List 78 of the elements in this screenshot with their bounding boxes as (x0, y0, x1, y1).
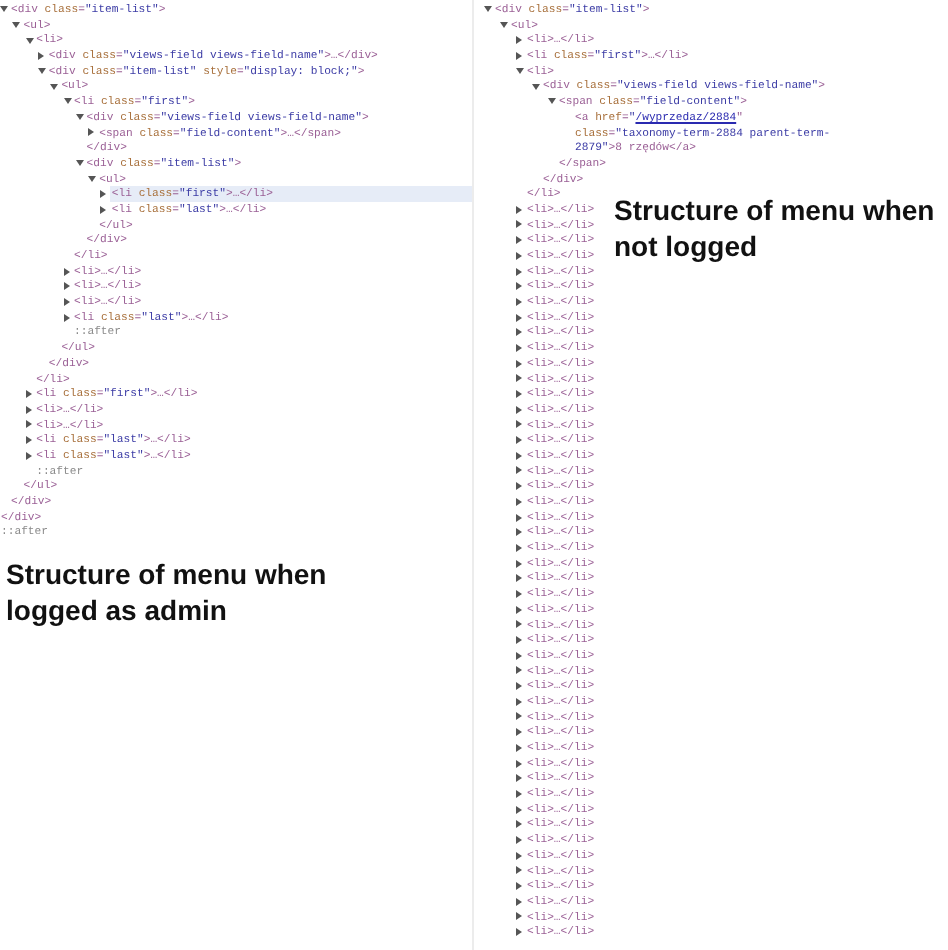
caret-icon[interactable] (500, 22, 508, 29)
caret-icon[interactable] (516, 728, 522, 737)
caret-icon[interactable] (516, 313, 522, 322)
caret-icon[interactable] (516, 236, 522, 245)
caret-icon[interactable] (516, 297, 522, 306)
caret-icon[interactable] (516, 928, 522, 937)
caret-icon[interactable] (100, 205, 107, 214)
caret-icon[interactable] (516, 51, 522, 60)
caret-icon[interactable] (516, 589, 522, 598)
caret-icon[interactable] (516, 451, 522, 460)
caret-icon[interactable] (516, 374, 522, 383)
caret-icon[interactable] (516, 420, 522, 429)
caret-icon[interactable] (516, 805, 522, 814)
caret-icon[interactable] (63, 313, 69, 322)
caret-icon[interactable] (516, 282, 522, 291)
caret-icon[interactable] (25, 390, 32, 399)
caret-icon[interactable] (75, 114, 84, 121)
caret-icon[interactable] (50, 83, 59, 90)
caret-icon[interactable] (516, 559, 522, 568)
caret-icon[interactable] (75, 160, 84, 167)
caret-icon[interactable] (0, 6, 8, 13)
caret-icon[interactable] (516, 666, 522, 675)
caret-icon[interactable] (516, 820, 522, 829)
caret-icon[interactable] (516, 359, 522, 368)
caret-icon[interactable] (516, 466, 522, 475)
caret-icon[interactable] (516, 866, 522, 875)
caret-icon[interactable] (516, 882, 522, 891)
caret-icon[interactable] (516, 543, 522, 552)
caret-icon[interactable] (25, 420, 32, 429)
caret-icon[interactable] (516, 651, 522, 660)
caret-icon[interactable] (516, 789, 522, 798)
caret-icon[interactable] (516, 390, 522, 399)
caret-icon[interactable] (37, 68, 46, 75)
caret-icon[interactable] (516, 897, 522, 906)
caret-icon[interactable] (516, 528, 522, 537)
caret-icon[interactable] (516, 205, 522, 214)
caret-icon[interactable] (516, 68, 524, 75)
caret-icon[interactable] (63, 267, 69, 276)
caret-icon[interactable] (516, 574, 522, 583)
caret-icon[interactable] (516, 267, 522, 276)
caret-icon[interactable] (516, 436, 522, 445)
caret-icon[interactable] (516, 851, 522, 860)
caption-text: Structure of menu when not logged (614, 192, 937, 264)
caret-icon[interactable] (12, 22, 21, 29)
caret-icon[interactable] (516, 605, 522, 614)
caret-icon[interactable] (516, 497, 522, 506)
caret-icon[interactable] (516, 251, 522, 260)
caret-icon[interactable] (548, 98, 556, 105)
caret-icon[interactable] (516, 774, 522, 783)
caret-icon[interactable] (88, 175, 97, 182)
caret-icon[interactable] (63, 297, 69, 306)
caption-text: Structure of menu when logged as admin (6, 556, 329, 629)
caret-icon[interactable] (516, 912, 522, 921)
caret-icon[interactable] (516, 697, 522, 706)
caret-icon[interactable] (25, 451, 32, 460)
caret-icon[interactable] (25, 436, 32, 445)
caret-icon[interactable] (88, 128, 95, 137)
caret-icon[interactable] (516, 220, 522, 229)
caret-icon[interactable] (516, 620, 522, 629)
caret-icon[interactable] (25, 37, 34, 44)
caret-icon[interactable] (63, 282, 69, 291)
caret-icon[interactable] (516, 343, 522, 352)
caret-icon[interactable] (516, 636, 522, 645)
caret-icon[interactable] (516, 36, 522, 45)
caret-icon[interactable] (63, 98, 71, 105)
caret-icon[interactable] (516, 759, 522, 768)
caret-icon[interactable] (516, 743, 522, 752)
caret-icon[interactable] (516, 682, 522, 691)
caret-icon[interactable] (37, 51, 44, 60)
caret-icon[interactable] (516, 513, 522, 522)
caret-icon[interactable] (516, 328, 522, 337)
caret-icon[interactable] (516, 405, 522, 414)
caret-icon[interactable] (516, 712, 522, 721)
caret-icon[interactable] (516, 835, 522, 844)
caret-icon[interactable] (25, 405, 32, 414)
caret-icon[interactable] (532, 83, 540, 90)
caret-icon[interactable] (516, 482, 522, 491)
caret-icon[interactable] (484, 6, 492, 13)
